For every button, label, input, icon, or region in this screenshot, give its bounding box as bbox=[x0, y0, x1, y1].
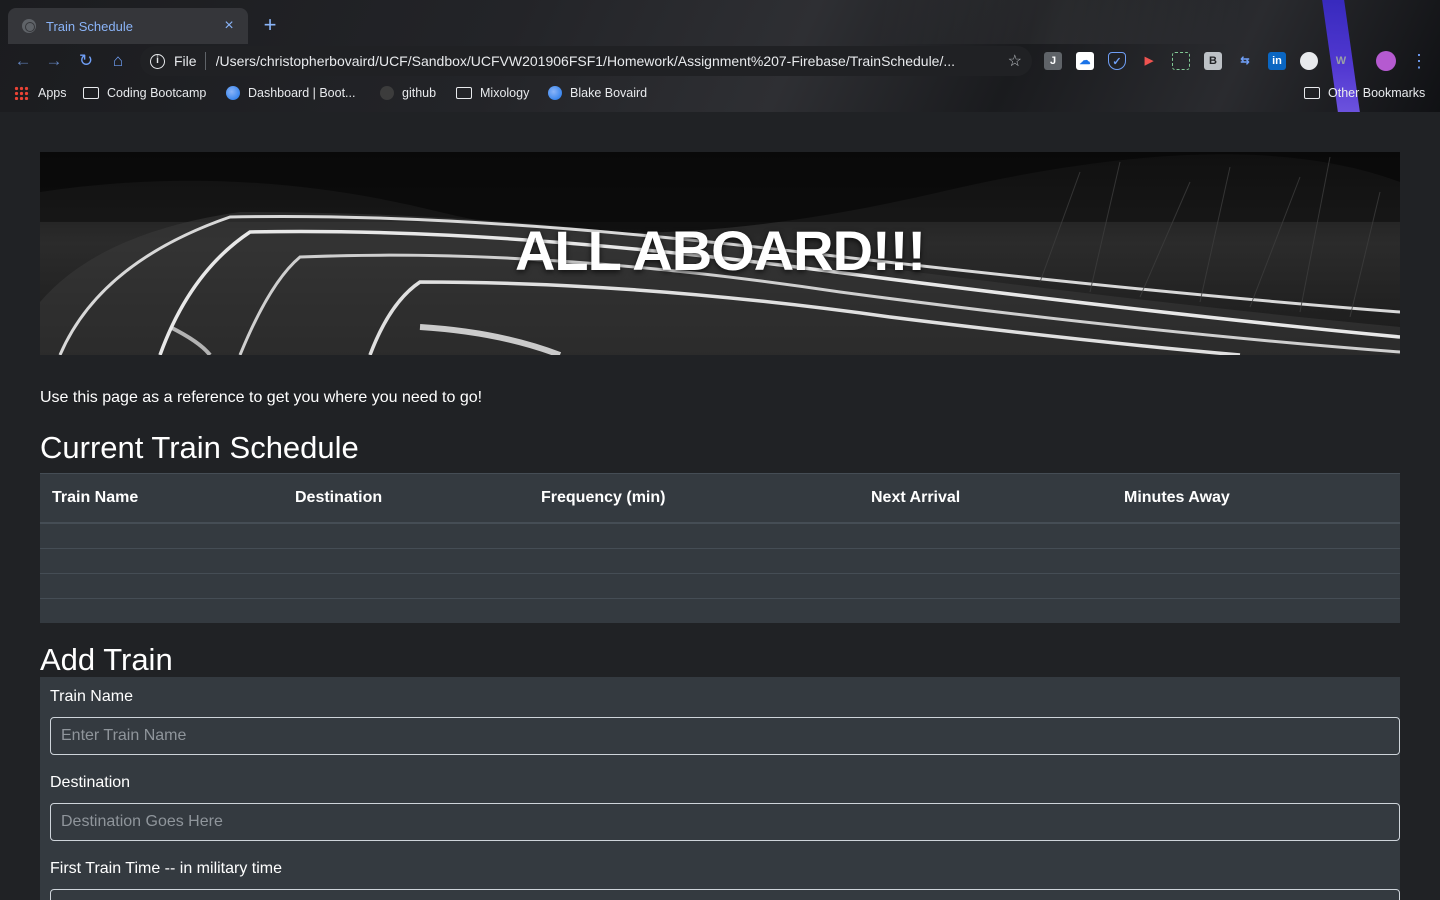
globe-icon bbox=[226, 86, 240, 100]
table-row bbox=[40, 572, 1400, 598]
tab-train-schedule[interactable]: Train Schedule × bbox=[8, 8, 248, 44]
add-train-form: Train Name Destination First Train Time … bbox=[40, 677, 1400, 900]
w-extension-icon[interactable]: W bbox=[1332, 52, 1350, 70]
page-content: ALL ABOARD!!! Use this page as a referen… bbox=[0, 112, 1440, 900]
bookmark-star-icon[interactable]: ☆ bbox=[1008, 51, 1022, 71]
bookmark-label: Blake Bovaird bbox=[570, 86, 648, 100]
add-train-heading: Add Train bbox=[40, 642, 173, 677]
bookmark-label: Apps bbox=[38, 86, 67, 100]
column-header-train-name: Train Name bbox=[40, 474, 283, 524]
extension-icon-1[interactable]: J bbox=[1044, 52, 1062, 70]
browser-chrome: Train Schedule × + ← → ↻ ⌂ i File /Users… bbox=[0, 0, 1440, 112]
folder-icon bbox=[1304, 87, 1320, 99]
theme-highlight bbox=[880, 0, 1240, 44]
bookmark-label: Dashboard | Boot... bbox=[248, 86, 356, 100]
new-tab-button[interactable]: + bbox=[258, 14, 282, 36]
close-tab-icon[interactable]: × bbox=[220, 17, 238, 35]
table-row bbox=[40, 547, 1400, 573]
toolbar: ← → ↻ ⌂ i File /Users/christopherbovaird… bbox=[0, 44, 1440, 78]
column-header-minutes-away: Minutes Away bbox=[1112, 474, 1400, 524]
url-scheme: File bbox=[174, 53, 197, 69]
column-header-next-arrival: Next Arrival bbox=[859, 474, 1112, 524]
bookmark-label: github bbox=[402, 86, 437, 100]
table-cell bbox=[40, 547, 1400, 573]
linkedin-extension-icon[interactable]: in bbox=[1268, 52, 1286, 70]
hero-banner: ALL ABOARD!!! bbox=[40, 152, 1400, 355]
cloud-extension-icon[interactable]: ☁ bbox=[1076, 52, 1094, 70]
tab-title: Train Schedule bbox=[46, 18, 133, 34]
screenshot-extension-icon[interactable] bbox=[1172, 52, 1190, 70]
forward-icon[interactable]: → bbox=[43, 50, 65, 72]
github-icon bbox=[380, 86, 394, 100]
apps-grid-icon bbox=[14, 86, 30, 100]
kebab-menu-icon[interactable]: ⋮ bbox=[1410, 50, 1428, 72]
profile-avatar[interactable] bbox=[1376, 51, 1396, 71]
link-extension-icon[interactable]: ⇆ bbox=[1236, 52, 1254, 70]
globe-icon bbox=[22, 19, 36, 33]
hero-title: ALL ABOARD!!! bbox=[514, 219, 926, 282]
column-header-frequency: Frequency (min) bbox=[529, 474, 859, 524]
table-row bbox=[40, 522, 1400, 548]
schedule-heading: Current Train Schedule bbox=[40, 430, 359, 465]
bookmark-mixology[interactable]: Mixology bbox=[456, 83, 529, 103]
bookmark-coding-bootcamp[interactable]: Coding Bootcamp bbox=[83, 83, 206, 103]
back-icon[interactable]: ← bbox=[12, 50, 34, 72]
circle-extension-icon[interactable] bbox=[1300, 52, 1318, 70]
table-cell bbox=[40, 572, 1400, 598]
video-extension-icon[interactable]: ▶ bbox=[1140, 52, 1158, 70]
table-row bbox=[40, 597, 1400, 623]
destination-input[interactable] bbox=[50, 803, 1400, 841]
bookmark-dashboard[interactable]: Dashboard | Boot... bbox=[226, 83, 355, 103]
first-train-time-label: First Train Time -- in military time bbox=[50, 860, 283, 877]
bookmarks-bar: Apps Coding Bootcamp Dashboard | Boot...… bbox=[0, 80, 1440, 106]
folder-icon bbox=[83, 87, 99, 99]
page-lead: Use this page as a reference to get you … bbox=[40, 389, 483, 406]
column-header-destination: Destination bbox=[283, 474, 529, 524]
bookmark-github[interactable]: github bbox=[380, 83, 436, 103]
folder-icon bbox=[456, 87, 472, 99]
train-name-input[interactable] bbox=[50, 717, 1400, 755]
bookmark-apps[interactable]: Apps bbox=[14, 83, 67, 103]
divider bbox=[204, 52, 206, 70]
other-bookmarks[interactable]: Other Bookmarks bbox=[1304, 83, 1425, 103]
table-cell bbox=[40, 522, 1400, 548]
globe-icon bbox=[548, 86, 562, 100]
home-icon[interactable]: ⌂ bbox=[107, 50, 129, 72]
bookmark-label: Mixology bbox=[480, 86, 530, 100]
table-cell bbox=[40, 597, 1400, 623]
bookmark-label: Coding Bootcamp bbox=[107, 86, 207, 100]
address-bar[interactable]: i File /Users/christopherbovaird/UCF/San… bbox=[140, 46, 1032, 76]
first-train-time-input[interactable] bbox=[50, 889, 1400, 900]
table-header-row: Train Name Destination Frequency (min) N… bbox=[40, 474, 1400, 524]
bold-extension-icon[interactable]: B bbox=[1204, 52, 1222, 70]
bookmark-blake-bovaird[interactable]: Blake Bovaird bbox=[548, 83, 647, 103]
shield-extension-icon[interactable]: ✓ bbox=[1108, 52, 1126, 70]
train-schedule-table: Train Name Destination Frequency (min) N… bbox=[40, 473, 1400, 623]
info-icon[interactable]: i bbox=[150, 53, 165, 69]
destination-label: Destination bbox=[50, 774, 131, 791]
train-name-label: Train Name bbox=[50, 688, 133, 705]
reload-icon[interactable]: ↻ bbox=[75, 50, 97, 72]
url-text[interactable]: /Users/christopherbovaird/UCF/Sandbox/UC… bbox=[216, 53, 1000, 69]
bookmark-label: Other Bookmarks bbox=[1328, 86, 1426, 100]
